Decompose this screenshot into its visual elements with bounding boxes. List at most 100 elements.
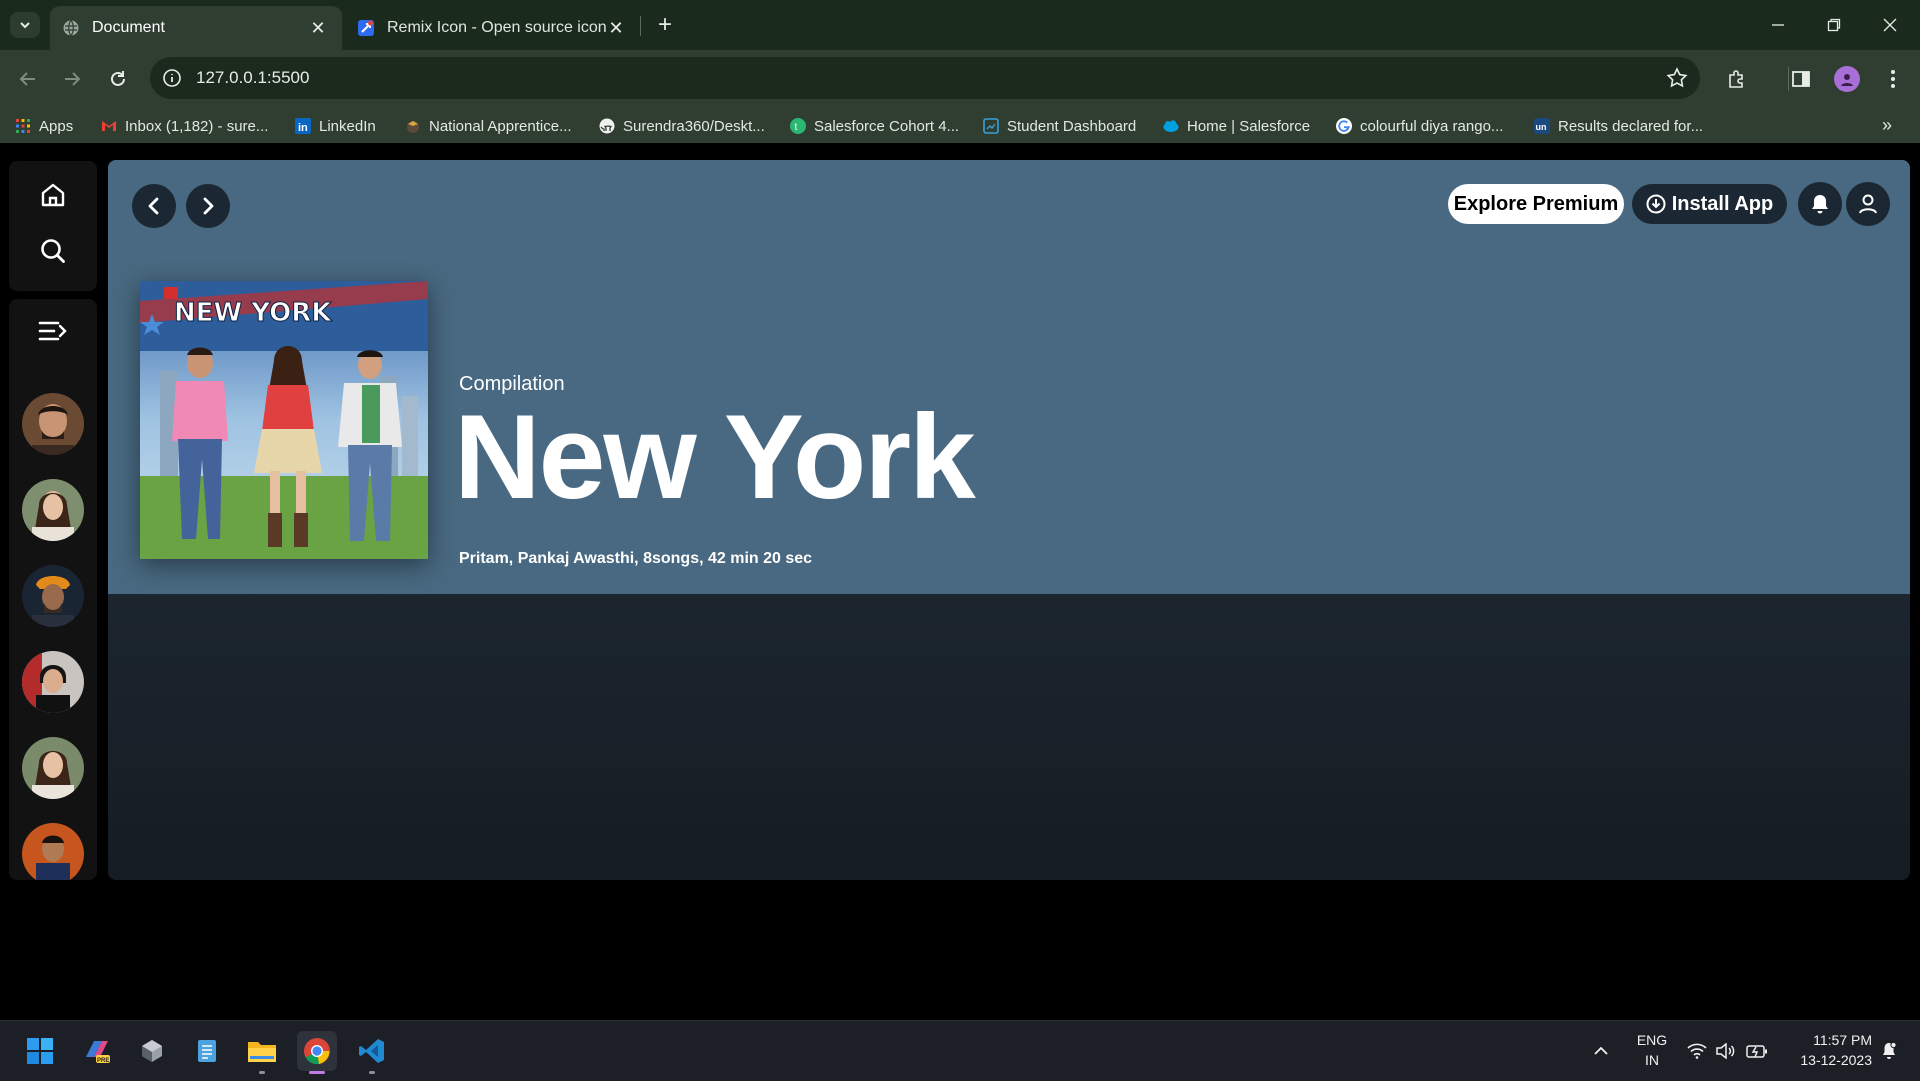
search-icon [41, 239, 65, 263]
artist-photo-1 [22, 393, 84, 455]
unstop-icon: un [1534, 118, 1550, 134]
vscode-button[interactable] [352, 1031, 392, 1074]
home-button[interactable] [33, 175, 73, 215]
unity-hub-button[interactable] [132, 1031, 172, 1071]
cube-icon [142, 1040, 162, 1062]
info-icon[interactable] [162, 68, 182, 88]
language-code: ENG [1636, 1032, 1668, 1048]
bookmark-label: Salesforce Cohort 4... [814, 117, 960, 135]
tab-separator [640, 16, 641, 36]
bookmark-star-icon[interactable] [1666, 67, 1688, 89]
svg-text:un: un [1536, 122, 1547, 132]
file-explorer-button[interactable] [242, 1031, 282, 1074]
install-app-button[interactable]: Install App [1632, 184, 1787, 224]
side-panel-button[interactable] [1788, 66, 1814, 92]
bookmark-unstop[interactable]: un Results declared for... [1534, 115, 1703, 137]
linkedin-icon: in [295, 118, 311, 134]
copilot-pre-button[interactable]: PRE [77, 1031, 117, 1071]
back-button[interactable] [13, 64, 43, 94]
minimize-button[interactable] [1750, 0, 1806, 50]
copilot-icon: PRE [86, 1041, 110, 1064]
bookmarks-bar: Apps Inbox (1,182) - sure... in LinkedIn… [0, 107, 1920, 144]
profile-icon [1841, 74, 1853, 86]
more-bookmarks-icon[interactable]: » [1882, 115, 1892, 136]
close-window-button[interactable] [1862, 0, 1918, 50]
apprentice-icon [407, 121, 419, 133]
tab-document[interactable]: Document ✕ [50, 6, 342, 50]
volume-status[interactable] [1712, 1021, 1738, 1081]
library-expand-icon [38, 321, 67, 341]
input-language-indicator[interactable]: ENG IN [1628, 1030, 1676, 1070]
install-app-label: Install App [1671, 192, 1774, 215]
explore-premium-button[interactable]: Explore Premium [1448, 184, 1624, 224]
close-tab-icon[interactable]: ✕ [606, 18, 626, 38]
bookmark-google[interactable]: colourful diya rango... [1336, 115, 1503, 137]
notifications-button[interactable] [1798, 182, 1842, 226]
chrome-button[interactable] [297, 1031, 337, 1074]
tab-remix-icon[interactable]: Remix Icon - Open source icon library ✕ [345, 6, 640, 50]
browser-tab-strip: Document ✕ Remix Icon - Open source icon… [0, 0, 1920, 50]
artist-avatar[interactable] [22, 479, 84, 541]
browser-toolbar: 127.0.0.1:5500 [0, 50, 1920, 107]
artist-avatar[interactable] [22, 823, 84, 880]
history-back-button[interactable] [132, 184, 176, 228]
clock-date: 13-12-2023 [1800, 1052, 1872, 1068]
minimize-icon [1772, 24, 1784, 26]
arrow-left-icon [19, 72, 35, 86]
notepad-button[interactable] [187, 1031, 227, 1071]
show-hidden-icons-button[interactable] [1586, 1021, 1616, 1081]
sidebar-nav [9, 161, 97, 291]
bookmark-label: Apps [39, 117, 74, 135]
bookmark-trailhead[interactable]: t Salesforce Cohort 4... [790, 115, 959, 137]
restore-button[interactable] [1806, 0, 1862, 50]
tab-title: Document [92, 19, 165, 36]
bookmark-student-dashboard[interactable]: Student Dashboard [983, 115, 1136, 137]
artist-avatar[interactable] [22, 737, 84, 799]
chevron-up-icon [1594, 1046, 1608, 1055]
artist-photo-2 [22, 479, 84, 541]
clock-time: 11:57 PM [1813, 1032, 1872, 1048]
arrow-right-icon [65, 72, 81, 86]
chevron-right-icon [203, 197, 214, 215]
close-tab-icon[interactable]: ✕ [308, 18, 328, 38]
profile-avatar[interactable] [1834, 66, 1860, 92]
library-button[interactable] [33, 311, 73, 351]
history-forward-button[interactable] [186, 184, 230, 228]
start-button[interactable] [20, 1031, 60, 1071]
windows-taskbar: PRE ENG IN 11:57 PM 13-12-2023 [0, 1020, 1920, 1081]
address-bar[interactable]: 127.0.0.1:5500 [150, 57, 1700, 99]
reload-button[interactable] [103, 64, 133, 94]
running-indicator [259, 1071, 265, 1074]
bookmark-apprentice[interactable]: National Apprentice... [405, 115, 572, 137]
main-content: Explore Premium Install App NEW YORK Com… [108, 160, 1910, 880]
browser-menu-button[interactable] [1880, 66, 1906, 92]
artist-photo-5 [22, 737, 84, 799]
notification-center-button[interactable] [1874, 1021, 1904, 1081]
cover-title: NEW YORK [174, 298, 332, 328]
system-clock[interactable]: 11:57 PM 13-12-2023 [1776, 1030, 1872, 1070]
bookmark-linkedin[interactable]: in LinkedIn [295, 115, 376, 137]
notepad-icon [198, 1040, 216, 1062]
running-indicator [369, 1071, 375, 1074]
google-icon [1336, 118, 1352, 134]
bookmark-salesforce[interactable]: Home | Salesforce [1163, 115, 1310, 137]
search-button[interactable] [33, 231, 73, 271]
user-profile-button[interactable] [1846, 182, 1890, 226]
forward-button[interactable] [57, 64, 87, 94]
battery-status[interactable] [1742, 1021, 1772, 1081]
extensions-button[interactable] [1724, 66, 1750, 92]
bookmark-label: colourful diya rango... [1360, 117, 1504, 135]
wifi-status[interactable] [1684, 1021, 1710, 1081]
bookmark-apps[interactable]: Apps [15, 115, 73, 137]
artist-avatar[interactable] [22, 565, 84, 627]
bookmark-github[interactable]: Surendra360/Deskt... [599, 115, 765, 137]
bookmark-gmail[interactable]: Inbox (1,182) - sure... [101, 115, 268, 137]
new-tab-button[interactable]: + [652, 11, 678, 38]
url-text[interactable]: 127.0.0.1:5500 [196, 68, 309, 88]
chevron-left-icon [148, 197, 159, 215]
notification-bell-icon [1883, 1042, 1897, 1059]
artist-avatar[interactable] [22, 393, 84, 455]
artist-avatar[interactable] [22, 651, 84, 713]
tab-search-button[interactable] [10, 12, 40, 38]
album-cover-art: NEW YORK [140, 281, 428, 559]
